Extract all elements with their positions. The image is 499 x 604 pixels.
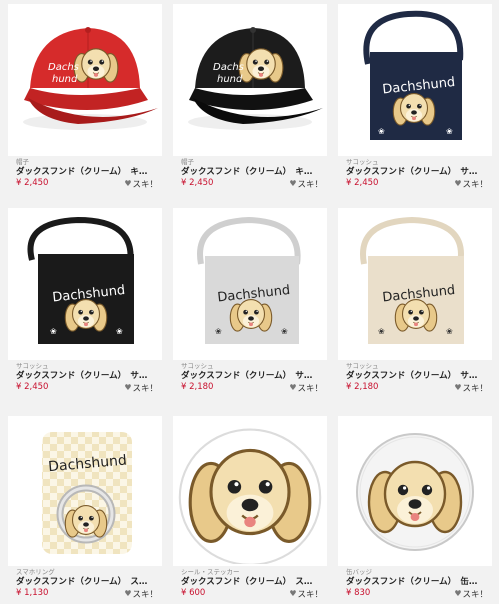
like-label: スキ！ bbox=[462, 180, 488, 190]
product-info: サコッシュ ダックスフンド（クリーム） サ… ¥ 2,450 ♥ スキ！ bbox=[338, 156, 492, 194]
product-grid: Dachs hund 帽子 ダックスフンド（クリーム） キ… ¥ 2,450 ♥… bbox=[0, 0, 499, 604]
product-card[interactable]: Dachshund ❀ ❀ サコッシュ ダックスフンド（クリーム） サ… ¥ 2… bbox=[173, 208, 327, 400]
like-button[interactable]: ♥ スキ！ bbox=[124, 588, 158, 601]
product-card[interactable]: Dachshund ❀ ❀ サコッシュ ダックスフンド（クリーム） サ… ¥ 2… bbox=[338, 208, 492, 400]
product-image-phone-ring[interactable]: Dachshund bbox=[8, 416, 162, 564]
heart-icon: ♥ bbox=[289, 383, 297, 392]
product-title[interactable]: ダックスフンド（クリーム） 缶… bbox=[346, 575, 490, 587]
like-label: スキ！ bbox=[132, 180, 158, 190]
product-title[interactable]: ダックスフンド（クリーム） サ… bbox=[346, 369, 490, 381]
svg-text:❀: ❀ bbox=[378, 127, 385, 136]
product-image-beige-sacoche[interactable]: Dachshund ❀ ❀ bbox=[338, 208, 492, 356]
like-label: スキ！ bbox=[462, 384, 488, 394]
like-button[interactable]: ♥ スキ！ bbox=[454, 382, 488, 395]
product-image-black-cap[interactable]: Dachs hund bbox=[173, 4, 327, 152]
like-button[interactable]: ♥ スキ！ bbox=[124, 382, 158, 395]
svg-text:❀: ❀ bbox=[215, 327, 222, 336]
product-info: シール・ステッカー ダックスフンド（クリーム） ス… ¥ 600 ♥ スキ！ bbox=[173, 566, 327, 604]
product-card[interactable]: Dachs hund 帽子 ダックスフンド（クリーム） キ… ¥ 2,450 ♥… bbox=[8, 4, 162, 194]
heart-icon: ♥ bbox=[454, 589, 462, 598]
svg-text:❀: ❀ bbox=[446, 327, 453, 336]
heart-icon: ♥ bbox=[454, 179, 462, 188]
product-card[interactable]: Dachshund ❀ ❀ サコッシュ ダックスフンド（クリーム） サ… ¥ 2… bbox=[338, 4, 492, 194]
product-image-gray-sacoche[interactable]: Dachshund ❀ ❀ bbox=[173, 208, 327, 356]
product-title[interactable]: ダックスフンド（クリーム） ス… bbox=[181, 575, 325, 587]
svg-text:❀: ❀ bbox=[50, 327, 57, 336]
product-info: サコッシュ ダックスフンド（クリーム） サ… ¥ 2,180 ♥ スキ！ bbox=[338, 360, 492, 400]
heart-icon: ♥ bbox=[124, 589, 132, 598]
like-label: スキ！ bbox=[297, 384, 323, 394]
product-card[interactable]: Dachs hund 帽子 ダックスフンド（クリーム） キ… ¥ 2,450 ♥… bbox=[173, 4, 327, 194]
product-price: ¥ 830 bbox=[346, 588, 371, 598]
product-info: サコッシュ ダックスフンド（クリーム） サ… ¥ 2,450 ♥ スキ！ bbox=[8, 360, 162, 400]
heart-icon: ♥ bbox=[124, 179, 132, 188]
product-image-navy-sacoche[interactable]: Dachshund ❀ ❀ bbox=[338, 4, 492, 152]
like-button[interactable]: ♥ スキ！ bbox=[289, 382, 323, 395]
svg-text:❀: ❀ bbox=[281, 327, 288, 336]
product-price: ¥ 2,450 bbox=[16, 178, 49, 188]
svg-text:❀: ❀ bbox=[378, 327, 385, 336]
product-image-sticker[interactable] bbox=[173, 416, 327, 564]
like-button[interactable]: ♥ スキ！ bbox=[454, 178, 488, 191]
product-title[interactable]: ダックスフンド（クリーム） サ… bbox=[181, 369, 325, 381]
like-button[interactable]: ♥ スキ！ bbox=[289, 178, 323, 191]
like-label: スキ！ bbox=[462, 590, 488, 600]
product-price: ¥ 1,130 bbox=[16, 588, 49, 598]
product-price: ¥ 2,450 bbox=[346, 178, 379, 188]
svg-text:❀: ❀ bbox=[446, 127, 453, 136]
product-title[interactable]: ダックスフンド（クリーム） キ… bbox=[16, 165, 160, 177]
product-card[interactable]: Dachshund スマホリング ダックスフンド（クリーム） ス… ¥ 1,13… bbox=[8, 416, 162, 604]
svg-text:hund: hund bbox=[52, 74, 78, 85]
heart-icon: ♥ bbox=[454, 383, 462, 392]
like-button[interactable]: ♥ スキ！ bbox=[124, 178, 158, 191]
product-info: スマホリング ダックスフンド（クリーム） ス… ¥ 1,130 ♥ スキ！ bbox=[8, 566, 162, 604]
product-info: 帽子 ダックスフンド（クリーム） キ… ¥ 2,450 ♥ スキ！ bbox=[8, 156, 162, 194]
product-title[interactable]: ダックスフンド（クリーム） ス… bbox=[16, 575, 160, 587]
product-price: ¥ 2,180 bbox=[346, 382, 379, 392]
heart-icon: ♥ bbox=[289, 589, 297, 598]
like-label: スキ！ bbox=[132, 590, 158, 600]
product-title[interactable]: ダックスフンド（クリーム） サ… bbox=[346, 165, 490, 177]
product-image-black-sacoche[interactable]: Dachshund ❀ ❀ bbox=[8, 208, 162, 356]
like-label: スキ！ bbox=[132, 384, 158, 394]
like-button[interactable]: ♥ スキ！ bbox=[289, 588, 323, 601]
product-price: ¥ 600 bbox=[181, 588, 206, 598]
product-info: 缶バッジ ダックスフンド（クリーム） 缶… ¥ 830 ♥ スキ！ bbox=[338, 566, 492, 604]
product-price: ¥ 2,450 bbox=[16, 382, 49, 392]
like-button[interactable]: ♥ スキ！ bbox=[454, 588, 488, 601]
svg-text:hund: hund bbox=[217, 74, 243, 85]
heart-icon: ♥ bbox=[289, 179, 297, 188]
heart-icon: ♥ bbox=[124, 383, 132, 392]
product-info: サコッシュ ダックスフンド（クリーム） サ… ¥ 2,180 ♥ スキ！ bbox=[173, 360, 327, 400]
svg-text:❀: ❀ bbox=[116, 327, 123, 336]
product-title[interactable]: ダックスフンド（クリーム） キ… bbox=[181, 165, 325, 177]
product-info: 帽子 ダックスフンド（クリーム） キ… ¥ 2,450 ♥ スキ！ bbox=[173, 156, 327, 194]
product-image-can-badge[interactable] bbox=[338, 416, 492, 564]
cap-print-text: Dachs bbox=[48, 62, 79, 73]
svg-text:Dachs: Dachs bbox=[213, 62, 244, 73]
product-card[interactable]: シール・ステッカー ダックスフンド（クリーム） ス… ¥ 600 ♥ スキ！ bbox=[173, 416, 327, 604]
like-label: スキ！ bbox=[297, 180, 323, 190]
product-card[interactable]: 缶バッジ ダックスフンド（クリーム） 缶… ¥ 830 ♥ スキ！ bbox=[338, 416, 492, 604]
product-image-red-cap[interactable]: Dachs hund bbox=[8, 4, 162, 152]
product-price: ¥ 2,450 bbox=[181, 178, 214, 188]
like-label: スキ！ bbox=[297, 590, 323, 600]
product-price: ¥ 2,180 bbox=[181, 382, 214, 392]
product-card[interactable]: Dachshund ❀ ❀ サコッシュ ダックスフンド（クリーム） サ… ¥ 2… bbox=[8, 208, 162, 400]
product-title[interactable]: ダックスフンド（クリーム） サ… bbox=[16, 369, 160, 381]
